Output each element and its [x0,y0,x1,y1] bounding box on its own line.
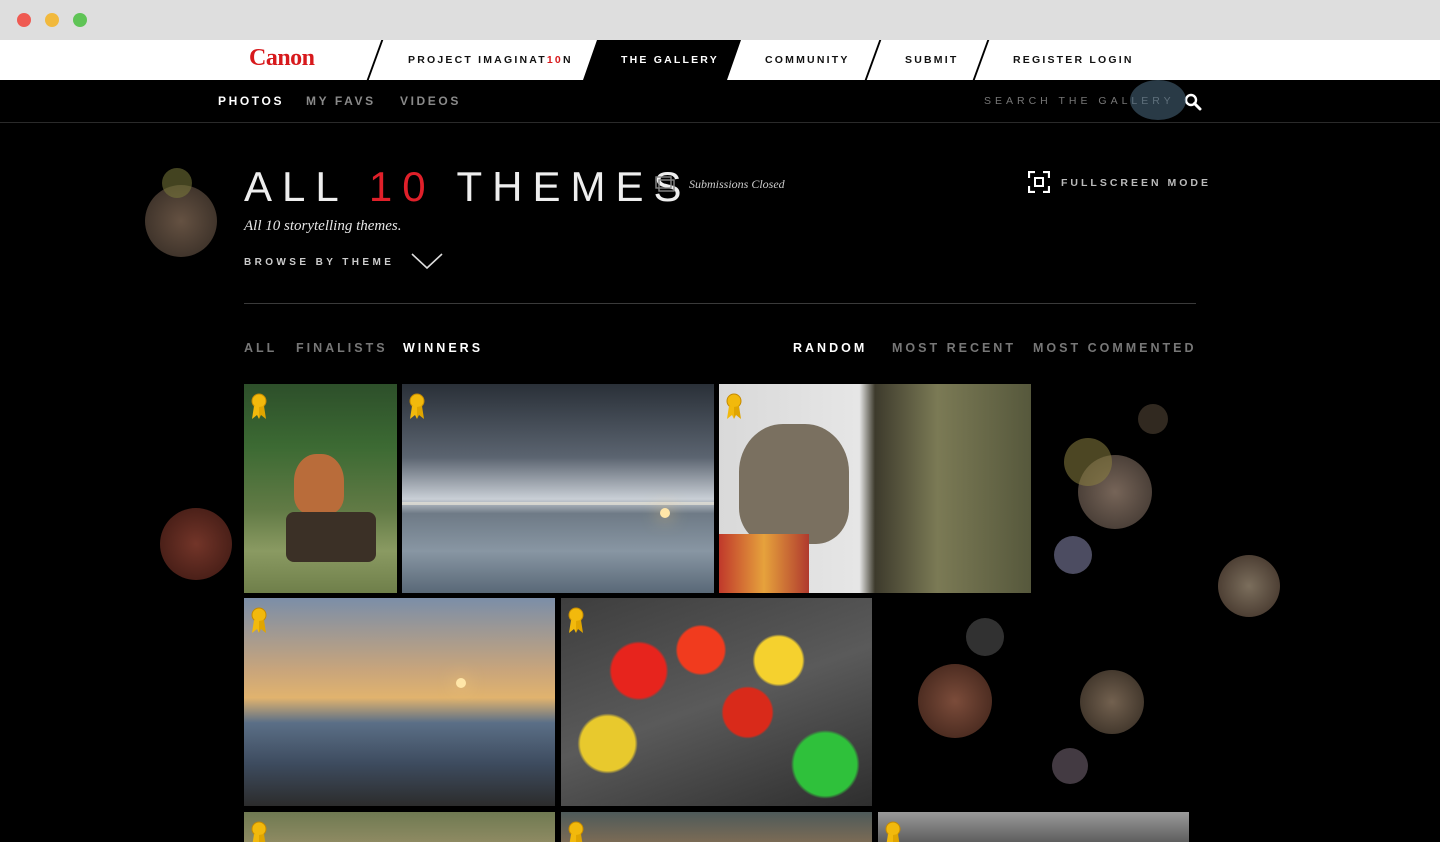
chair-shape [719,534,809,593]
top-navigation: Canon PROJECT IMAGINAT10N THE GALLERY CO… [0,40,1440,80]
nav-divider [864,40,882,80]
page-tagline: All 10 storytelling themes. [244,218,402,234]
gallery-photo-cat[interactable] [719,384,1031,593]
sort-most-recent[interactable]: MOST RECENT [892,341,1016,355]
page-title: ALL 10 THEMES [244,163,692,210]
fullscreen-icon[interactable] [1028,171,1050,193]
winner-ribbon-icon [251,821,267,842]
sun-glow [456,678,466,688]
bokeh-decoration [918,664,992,738]
bokeh-decoration [1064,438,1112,486]
cat-shape [739,424,849,544]
subnav-videos[interactable]: VIDEOS [400,94,461,108]
browser-chrome [0,0,1440,40]
subnav-my-favs[interactable]: MY FAVS [306,94,376,108]
filter-winners[interactable]: WINNERS [403,341,483,355]
gallery-photo-field[interactable] [244,812,555,842]
winner-ribbon-icon [568,821,584,842]
bokeh-decoration [1054,536,1092,574]
sort-random[interactable]: RANDOM [793,341,867,355]
bokeh-decoration [1218,555,1280,617]
gallery-photo-sunset[interactable] [244,598,555,806]
submissions-status: Submissions Closed [689,177,785,191]
nav-divider [972,40,990,80]
bokeh-decoration [162,168,192,198]
subnav-photos[interactable]: PHOTOS [218,94,284,108]
sort-most-commented[interactable]: MOST COMMENTED [1033,341,1197,355]
section-divider [244,303,1196,304]
close-window-button[interactable] [17,13,31,27]
sub-navigation: PHOTOS MY FAVS VIDEOS SEARCH THE GALLERY [0,80,1440,123]
gallery-photo-gummy-bears[interactable] [561,598,872,806]
stump-shape [286,512,376,562]
nav-the-gallery-label: THE GALLERY [621,54,719,66]
minimize-window-button[interactable] [45,13,59,27]
horizon-line [402,502,714,505]
fullscreen-mode-button[interactable]: FULLSCREEN MODE [1061,177,1211,189]
filter-finalists[interactable]: FINALISTS [296,341,388,355]
chevron-down-icon[interactable] [410,251,444,271]
gallery-photo-fox[interactable] [244,384,397,593]
bokeh-decoration [1138,404,1168,434]
bokeh-decoration [1052,748,1088,784]
gallery-photo-fur[interactable] [561,812,872,842]
nav-project-imagination[interactable]: PROJECT IMAGINAT10N [408,54,573,66]
canon-logo[interactable]: Canon [249,45,315,72]
winner-ribbon-icon [568,607,584,633]
winner-ribbon-icon [409,393,425,419]
gallery-photo-landscape[interactable] [878,812,1189,842]
gallery-stack-icon [655,176,675,192]
bokeh-decoration [160,508,232,580]
search-icon[interactable] [1184,93,1202,111]
nav-register-login[interactable]: REGISTER LOGIN [1013,54,1134,66]
winner-ribbon-icon [885,821,901,842]
bokeh-decoration [1130,80,1186,120]
browse-by-theme-button[interactable]: BROWSE BY THEME [244,257,394,268]
active-tab-caret [650,72,666,80]
winner-ribbon-icon [251,393,267,419]
bokeh-decoration [966,618,1004,656]
nav-community[interactable]: COMMUNITY [765,54,850,66]
bokeh-decoration [1080,670,1144,734]
winner-ribbon-icon [251,607,267,633]
winner-ribbon-icon [726,393,742,419]
sun-glow [660,508,670,518]
gallery-photo-beach[interactable] [402,384,714,593]
nav-divider [366,40,384,80]
fox-shape [294,454,344,514]
nav-submit[interactable]: SUBMIT [905,54,958,66]
maximize-window-button[interactable] [73,13,87,27]
filter-all[interactable]: ALL [244,341,277,355]
